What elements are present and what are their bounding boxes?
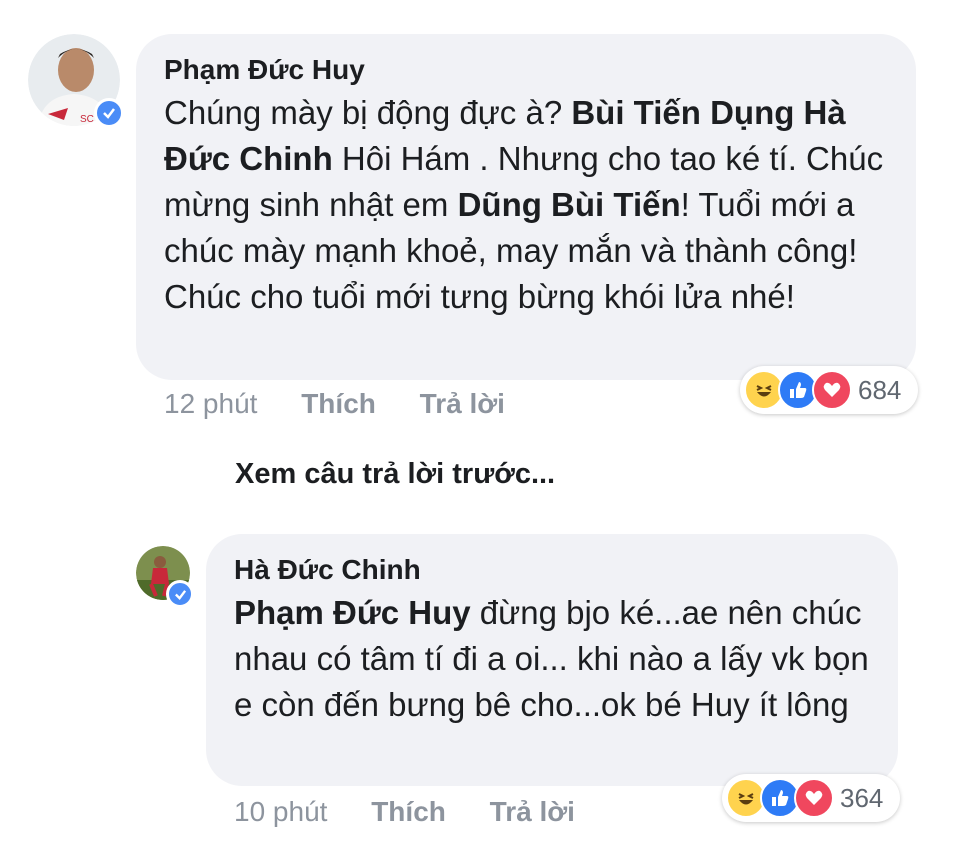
reaction-count: 684 <box>858 374 902 405</box>
svg-text:SC: SC <box>80 114 94 125</box>
comment-author[interactable]: Hà Đức Chinh <box>234 554 421 586</box>
verified-badge-icon <box>166 580 194 608</box>
reply-button[interactable]: Trả lời <box>420 388 505 419</box>
reactions-summary[interactable]: 684 <box>740 366 918 414</box>
like-button[interactable]: Thích <box>301 388 376 419</box>
comment-author[interactable]: Phạm Đức Huy <box>164 54 365 86</box>
avatar[interactable] <box>136 546 194 608</box>
comment-meta: 10 phút Thích Trả lời <box>234 796 575 828</box>
text-segment: Chúng mày bị động đực à? <box>164 94 572 131</box>
mention-link[interactable]: Phạm Đức Huy <box>234 594 471 631</box>
reactions-summary[interactable]: 364 <box>722 774 900 822</box>
comment-meta: 12 phút Thích Trả lời <box>164 388 505 420</box>
verified-badge-icon <box>94 98 124 128</box>
reply-button[interactable]: Trả lời <box>490 796 575 827</box>
mention-link[interactable]: Dũng Bùi Tiến <box>458 186 681 223</box>
see-previous-replies-link[interactable]: Xem câu trả lời trước... <box>235 458 555 491</box>
avatar[interactable]: SC <box>28 34 124 128</box>
comment-time[interactable]: 10 phút <box>234 796 327 827</box>
love-icon <box>794 778 834 818</box>
reaction-count: 364 <box>840 782 884 813</box>
comment-text: Phạm Đức Huy đừng bjo ké...ae nên chúc n… <box>234 590 874 728</box>
comment-text: Chúng mày bị động đực à? Bùi Tiến Dụng H… <box>164 90 894 320</box>
comment-time[interactable]: 12 phút <box>164 388 257 419</box>
love-icon <box>812 370 852 410</box>
like-button[interactable]: Thích <box>371 796 446 827</box>
